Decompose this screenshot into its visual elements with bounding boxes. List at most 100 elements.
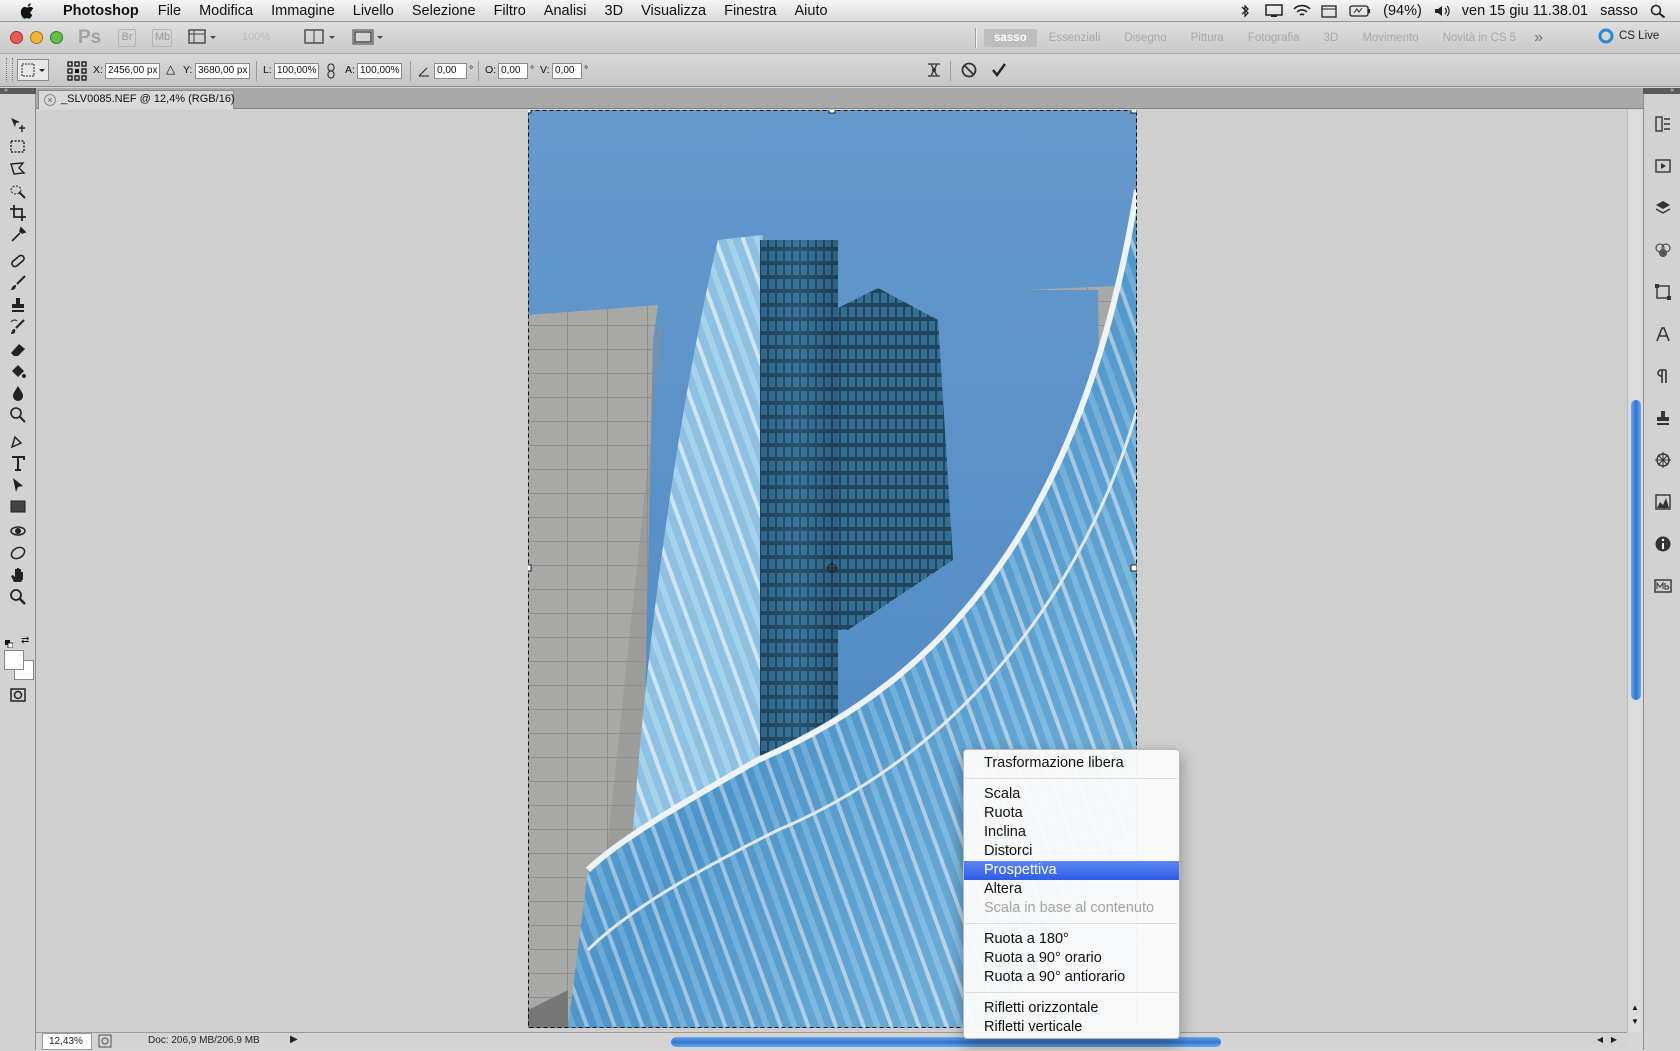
menubar-clock[interactable]: ven 15 giu 11.38.01: [1462, 3, 1588, 19]
context-menu-item[interactable]: Trasformazione libera: [964, 754, 1179, 773]
height-percent-field[interactable]: 100,00%: [357, 63, 402, 79]
minimize-window-button[interactable]: [30, 31, 43, 44]
brush-tool-icon[interactable]: [8, 274, 28, 292]
commit-transform-icon[interactable]: [990, 61, 1008, 82]
history-panel-icon[interactable]: [1653, 114, 1673, 134]
status-info-icon[interactable]: [98, 1034, 112, 1051]
tool-preset-picker[interactable]: [17, 59, 49, 81]
horizontal-skew-field[interactable]: 0,00: [498, 63, 528, 79]
menu-visualizza[interactable]: Visualizza: [632, 3, 715, 19]
y-position-field[interactable]: 3680,00 px: [195, 63, 250, 79]
context-menu-item[interactable]: Ruota a 180°: [964, 930, 1179, 949]
crop-tool-icon[interactable]: [8, 204, 28, 222]
options-grip[interactable]: [6, 58, 13, 82]
character-panel-icon[interactable]: [1653, 324, 1673, 344]
menu-finestra[interactable]: Finestra: [715, 3, 785, 19]
workspace-novita-cs5[interactable]: Novità in CS 5: [1431, 32, 1529, 44]
vertical-scroll-thumb[interactable]: [1631, 400, 1641, 700]
3d-orbit-tool-icon[interactable]: [8, 544, 28, 562]
more-workspaces-button[interactable]: »: [1528, 29, 1549, 47]
quick-selection-tool-icon[interactable]: [8, 182, 28, 200]
dodge-tool-icon[interactable]: [8, 406, 28, 424]
foreground-color-swatch[interactable]: [4, 650, 24, 670]
paragraph-panel-icon[interactable]: [1653, 366, 1673, 386]
workspace-sasso[interactable]: sasso: [984, 29, 1037, 47]
channels-panel-icon[interactable]: [1653, 240, 1673, 260]
paths-panel-icon[interactable]: [1653, 282, 1673, 302]
clone-stamp-tool-icon[interactable]: [8, 296, 28, 314]
context-menu-item[interactable]: Rifletti verticale: [964, 1018, 1179, 1037]
context-menu-item[interactable]: Ruota a 90° antiorario: [964, 968, 1179, 987]
navigator-panel-icon[interactable]: [1653, 450, 1673, 470]
relative-position-icon[interactable]: △: [166, 62, 175, 76]
context-menu-item[interactable]: Rifletti orizzontale: [964, 999, 1179, 1018]
context-menu-item[interactable]: Ruota a 90° orario: [964, 949, 1179, 968]
actions-panel-icon[interactable]: [1653, 156, 1673, 176]
menu-app-name[interactable]: Photoshop: [54, 3, 149, 19]
lasso-tool-icon[interactable]: [8, 160, 28, 178]
workspace-3d[interactable]: 3D: [1312, 32, 1351, 44]
bridge-button[interactable]: Br: [118, 29, 136, 47]
apple-icon[interactable]: [20, 2, 40, 20]
status-menu-arrow-icon[interactable]: ▶: [290, 1034, 298, 1045]
mini-bridge-button[interactable]: Mb: [152, 29, 172, 47]
rotate-angle-field[interactable]: 0,00: [434, 63, 467, 79]
scroll-left-arrow-icon[interactable]: ◀: [1597, 1035, 1603, 1044]
canvas-area[interactable]: [36, 110, 1627, 1032]
close-window-button[interactable]: [10, 31, 23, 44]
menu-selezione[interactable]: Selezione: [403, 3, 485, 19]
hand-tool-icon[interactable]: [8, 566, 28, 584]
vertical-scrollbar[interactable]: ▲ ▼: [1627, 110, 1643, 1032]
context-menu-item[interactable]: Scala: [964, 785, 1179, 804]
marquee-tool-icon[interactable]: [8, 138, 28, 156]
type-tool-icon[interactable]: [8, 454, 28, 472]
quick-mask-icon[interactable]: [8, 686, 28, 704]
menubar-user[interactable]: sasso: [1600, 3, 1638, 19]
menu-file[interactable]: File: [149, 3, 190, 19]
scroll-up-arrow-icon[interactable]: ▲: [1631, 1003, 1639, 1012]
eraser-tool-icon[interactable]: [8, 340, 28, 358]
swap-colors-icon[interactable]: ⇄: [21, 635, 29, 646]
cancel-transform-icon[interactable]: [960, 61, 978, 82]
menu-aiuto[interactable]: Aiuto: [785, 3, 836, 19]
workspace-disegno[interactable]: Disegno: [1112, 32, 1178, 44]
mini-bridge-panel-icon[interactable]: [1653, 576, 1673, 596]
eyedropper-tool-icon[interactable]: [8, 226, 28, 244]
context-menu-item[interactable]: Prospettiva: [964, 861, 1179, 880]
context-menu-item[interactable]: Inclina: [964, 823, 1179, 842]
view-extras-button[interactable]: [188, 28, 218, 49]
x-position-field[interactable]: 2456,00 px: [105, 63, 160, 79]
menu-immagine[interactable]: Immagine: [262, 3, 344, 19]
menu-modifica[interactable]: Modifica: [190, 3, 262, 19]
width-percent-field[interactable]: 100,00%: [274, 63, 319, 79]
scroll-right-arrow-icon[interactable]: ▶: [1611, 1035, 1617, 1044]
scroll-down-arrow-icon[interactable]: ▼: [1631, 1017, 1639, 1026]
zoom-tool-icon[interactable]: [8, 588, 28, 606]
3d-rotate-tool-icon[interactable]: [8, 522, 28, 540]
rectangle-tool-icon[interactable]: [8, 498, 28, 516]
expand-tools-arrow-icon[interactable]: »: [4, 87, 8, 94]
maintain-aspect-link-icon[interactable]: [326, 63, 336, 82]
zoom-window-button[interactable]: [50, 31, 63, 44]
battery-icon[interactable]: [1349, 4, 1371, 18]
zoom-level-field[interactable]: 12,43%: [42, 1033, 92, 1050]
clone-source-panel-icon[interactable]: [1653, 408, 1673, 428]
reference-point-icon[interactable]: [66, 60, 88, 85]
spotlight-search-icon[interactable]: [1650, 4, 1666, 19]
menu-analisi[interactable]: Analisi: [535, 3, 596, 19]
context-menu-item[interactable]: Ruota: [964, 804, 1179, 823]
workspace-fotografia[interactable]: Fotografia: [1236, 32, 1312, 44]
context-menu-item[interactable]: Altera: [964, 880, 1179, 899]
warp-mode-icon[interactable]: [925, 61, 943, 82]
display-mirroring-icon[interactable]: [1265, 4, 1283, 18]
healing-brush-tool-icon[interactable]: [8, 252, 28, 270]
path-selection-tool-icon[interactable]: [8, 476, 28, 494]
info-panel-icon[interactable]: [1653, 534, 1673, 554]
bluetooth-icon[interactable]: [1237, 4, 1253, 18]
histogram-panel-icon[interactable]: [1653, 492, 1673, 512]
context-menu-item[interactable]: Distorci: [964, 842, 1179, 861]
pen-tool-icon[interactable]: [8, 432, 28, 450]
workspace-pittura[interactable]: Pittura: [1179, 32, 1236, 44]
layers-panel-icon[interactable]: [1653, 198, 1673, 218]
menu-filtro[interactable]: Filtro: [485, 3, 535, 19]
